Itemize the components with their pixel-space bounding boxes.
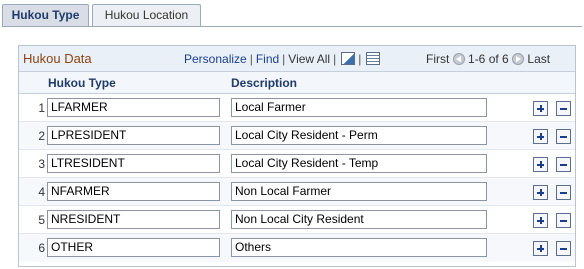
delete-row-button[interactable] <box>556 129 571 144</box>
row-number: 4 <box>38 185 45 199</box>
description-field[interactable]: Non Local City Resident <box>231 210 487 229</box>
personalize-link[interactable]: Personalize <box>184 52 247 66</box>
grid-header: Hukou Data Personalize | Find | View All | | F… <box>19 46 575 72</box>
table-row: 2 LPRESIDENT Local City Resident - Perm <box>19 122 575 150</box>
find-link[interactable]: Find <box>256 52 279 66</box>
add-row-button[interactable] <box>533 241 548 256</box>
zoom-grid-icon[interactable] <box>341 52 356 65</box>
description-field[interactable]: Others <box>231 238 487 257</box>
description-field[interactable]: Non Local Farmer <box>231 182 487 201</box>
tab-divider <box>2 26 582 27</box>
table-row: 3 LTRESIDENT Local City Resident - Temp <box>19 150 575 178</box>
next-page-icon[interactable] <box>512 53 525 65</box>
pager-range: 1-6 of 6 <box>468 52 509 66</box>
pager-first[interactable]: First <box>426 52 449 66</box>
row-number: 2 <box>38 129 45 143</box>
grid-toolbar: Personalize | Find | View All | | <box>184 52 381 66</box>
description-field[interactable]: Local City Resident - Perm <box>231 126 487 145</box>
add-row-button[interactable] <box>533 213 548 228</box>
hukou-type-field[interactable]: NRESIDENT <box>47 210 220 229</box>
tab-hukou-type[interactable]: Hukou Type <box>2 4 89 26</box>
spreadsheet-download-icon[interactable] <box>366 52 381 65</box>
description-field[interactable]: Local Farmer <box>231 98 487 117</box>
delete-row-button[interactable] <box>556 101 571 116</box>
row-number: 3 <box>38 157 45 171</box>
delete-row-button[interactable] <box>556 157 571 172</box>
row-number: 6 <box>38 241 45 255</box>
add-row-button[interactable] <box>533 185 548 200</box>
delete-row-button[interactable] <box>556 241 571 256</box>
previous-page-icon[interactable] <box>452 53 465 65</box>
grid-title: Hukou Data <box>23 51 92 66</box>
row-number: 1 <box>38 101 45 115</box>
grid-pager: First 1-6 of 6 Last <box>426 52 550 66</box>
tab-hukou-location[interactable]: Hukou Location <box>92 4 201 26</box>
column-header-row: Hukou Type Description <box>19 72 575 94</box>
hukou-type-field[interactable]: OTHER <box>47 238 220 257</box>
table-row: 1 LFARMER Local Farmer <box>19 94 575 122</box>
table-row: 4 NFARMER Non Local Farmer <box>19 178 575 206</box>
description-field[interactable]: Local City Resident - Temp <box>231 154 487 173</box>
hukou-type-field[interactable]: LFARMER <box>47 98 220 117</box>
column-header-description: Description <box>231 76 298 90</box>
delete-row-button[interactable] <box>556 185 571 200</box>
hukou-type-field[interactable]: LPRESIDENT <box>47 126 220 145</box>
column-header-hukou-type: Hukou Type <box>48 76 116 90</box>
row-number: 5 <box>38 213 45 227</box>
table-row: 5 NRESIDENT Non Local City Resident <box>19 206 575 234</box>
delete-row-button[interactable] <box>556 213 571 228</box>
table-row: 6 OTHER Others <box>19 234 575 262</box>
hukou-type-field[interactable]: NFARMER <box>47 182 220 201</box>
hukou-type-field[interactable]: LTRESIDENT <box>47 154 220 173</box>
pager-last[interactable]: Last <box>527 52 550 66</box>
add-row-button[interactable] <box>533 101 548 116</box>
hukou-data-grid: Hukou Data Personalize | Find | View All | | F… <box>18 45 576 267</box>
add-row-button[interactable] <box>533 157 548 172</box>
view-all-link[interactable]: View All <box>288 52 330 66</box>
add-row-button[interactable] <box>533 129 548 144</box>
